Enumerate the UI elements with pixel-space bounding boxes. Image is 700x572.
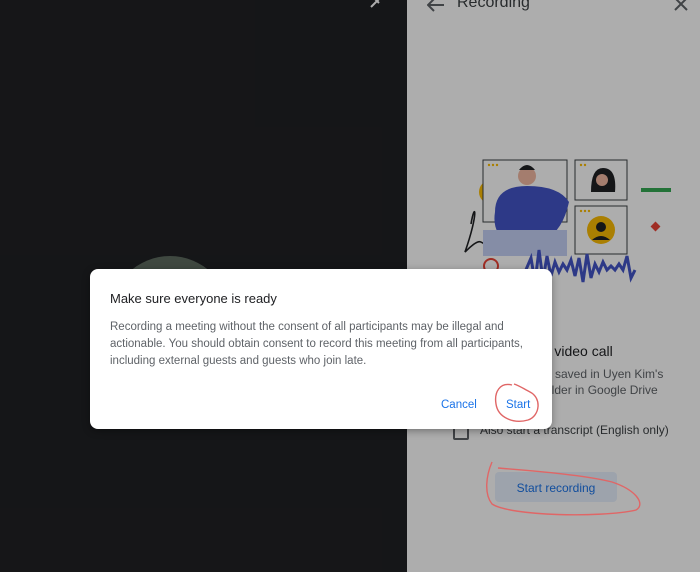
consent-dialog: Make sure everyone is ready Recording a … [90, 269, 552, 429]
dialog-body: Recording a meeting without the consent … [110, 321, 523, 367]
start-button[interactable]: Start [500, 395, 536, 415]
cancel-button[interactable]: Cancel [435, 395, 483, 415]
dialog-title: Make sure everyone is ready [110, 291, 277, 306]
